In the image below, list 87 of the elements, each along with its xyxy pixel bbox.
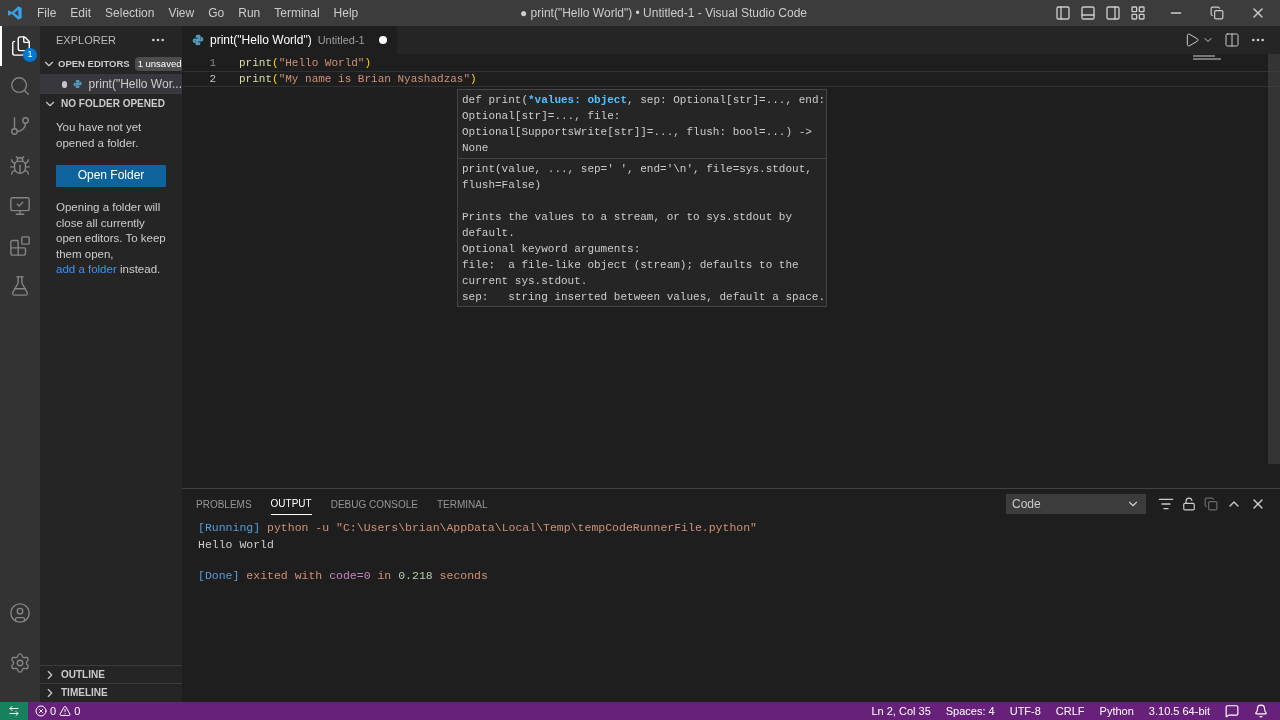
status-item[interactable]: 3.10.5 64-bit <box>1148 702 1210 720</box>
signature-line: None <box>462 141 490 156</box>
file-name: print("Hello Wor... <box>88 76 182 93</box>
menu-item[interactable]: File <box>30 4 64 22</box>
code-line: print("My name is Brian Nyashadzas") <box>239 71 477 87</box>
split-editor-icon[interactable] <box>1224 32 1240 48</box>
add-folder-link[interactable]: add a folder <box>56 263 117 275</box>
status-item[interactable]: Ln 2, Col 35 <box>871 702 931 720</box>
toggle-panel-icon[interactable] <box>1080 5 1096 21</box>
restore-icon[interactable] <box>1210 6 1224 20</box>
section-title: OUTLINE <box>61 668 105 682</box>
account-icon[interactable] <box>9 602 31 624</box>
bug-icon <box>9 155 31 177</box>
status-item[interactable]: Spaces: 4 <box>945 702 995 720</box>
toggle-sidebar-icon[interactable] <box>1055 5 1071 21</box>
doc-line: default. <box>462 226 516 241</box>
customize-layout-icon[interactable] <box>1130 5 1146 21</box>
signature-line: def print(*values: object, sep: Optional[str]=..., end: <box>462 93 822 108</box>
tab-description: Untitled-1 <box>317 32 365 48</box>
status-item[interactable]: UTF-8 <box>1009 702 1041 720</box>
output-line: Hello World <box>198 537 275 553</box>
monitor-icon <box>9 195 31 217</box>
section-header[interactable]: OPEN EDITORS 1 unsaved <box>40 54 182 74</box>
doc-line: flush=False) <box>462 178 543 193</box>
doc-line: print(value, ..., sep=' ', end='\n', file=sys.stdout, <box>462 162 813 177</box>
app-logo-icon <box>7 5 23 21</box>
error-icon <box>35 705 47 717</box>
status-item[interactable]: Python <box>1099 702 1134 720</box>
problems-indicator[interactable]: 0 0 <box>28 702 88 720</box>
menu-item[interactable]: Go <box>201 4 232 22</box>
open-folder-note: Opening a folder will close all currently open editors. To keep them open, add a folder instead. <box>56 200 166 277</box>
output-line: [Running] python -u "C:\Users\brian\AppData\Local\Temp\tempCodeRunnerFile.python" <box>198 520 758 536</box>
copy-icon[interactable] <box>1204 497 1218 511</box>
menu-item[interactable]: Selection <box>98 4 162 22</box>
warning-icon <box>59 705 72 717</box>
unsaved-badge: 1 unsaved <box>134 56 185 72</box>
signature-line: Optional[str]=..., file: <box>462 109 622 124</box>
line-number: 1 <box>208 55 216 71</box>
status-item[interactable]: CRLF <box>1055 702 1085 720</box>
window-title: ● print("Hello World") • Untitled-1 - Visual Studio Code <box>520 5 807 22</box>
notifications-icon[interactable] <box>1254 704 1268 718</box>
run-icon[interactable] <box>1184 32 1200 48</box>
remote-icon <box>8 705 20 717</box>
menu-item[interactable]: Terminal <box>267 4 327 22</box>
panel-tab[interactable]: TERMINAL <box>436 493 488 515</box>
menu-item[interactable]: Run <box>231 4 268 22</box>
panel-tab[interactable]: DEBUG CONSOLE <box>330 493 418 515</box>
lock-icon[interactable] <box>1182 497 1196 511</box>
python-icon <box>73 78 83 90</box>
python-icon <box>192 34 204 46</box>
remote-indicator[interactable] <box>0 702 28 720</box>
minimap <box>1193 55 1223 61</box>
editor-tab[interactable]: print("Hello World") Untitled-1 <box>182 26 397 54</box>
open-editor-item[interactable]: print("Hello Wor... <box>40 74 182 94</box>
settings-icon[interactable] <box>9 652 31 674</box>
panel-tab[interactable]: OUTPUT <box>270 493 312 515</box>
notification-badge: 1 <box>23 48 37 62</box>
sidebar-title: EXPLORER <box>56 32 116 48</box>
branch-icon <box>9 115 31 137</box>
line-number: 2 <box>208 71 216 87</box>
search-icon <box>9 75 31 97</box>
feedback-icon[interactable] <box>1225 704 1239 718</box>
doc-line: current sys.stdout. <box>462 274 589 289</box>
menu-item[interactable]: View <box>161 4 202 22</box>
clear-output-icon[interactable] <box>1158 496 1174 512</box>
scrollbar[interactable] <box>1268 54 1280 464</box>
doc-line: file: a file-like object (stream); defaults to the <box>462 258 800 273</box>
panel-tab[interactable]: PROBLEMS <box>196 493 252 515</box>
output-channel-dropdown[interactable]: Code <box>1006 494 1146 514</box>
no-folder-message: You have not yet opened a folder. <box>56 120 143 151</box>
tab-title: print("Hello World") <box>210 32 312 49</box>
doc-line: Optional keyword arguments: <box>462 242 642 257</box>
doc-line: sep: string inserted between values, default a space. <box>462 290 822 305</box>
section-title: NO FOLDER OPENED <box>61 97 165 111</box>
menu-item[interactable]: Edit <box>63 4 99 22</box>
doc-line: Prints the values to a stream, or to sys.stdout by <box>462 210 794 225</box>
menu-item[interactable]: Help <box>326 4 366 22</box>
blocks-icon <box>9 235 31 257</box>
section-title: TIMELINE <box>61 686 108 700</box>
files-icon <box>10 35 32 57</box>
flask-icon <box>9 275 31 297</box>
section-title: OPEN EDITORS <box>58 56 130 71</box>
toggle-secondary-sidebar-icon[interactable] <box>1105 5 1121 21</box>
code-line: print("Hello World") <box>239 55 372 71</box>
signature-line: Optional[SupportsWrite[str]]=..., flush: bool=...) -> <box>462 125 813 140</box>
open-folder-button[interactable]: Open Folder <box>56 165 166 187</box>
output-line: [Done] exited with code=0 in 0.218 seconds <box>198 568 489 584</box>
